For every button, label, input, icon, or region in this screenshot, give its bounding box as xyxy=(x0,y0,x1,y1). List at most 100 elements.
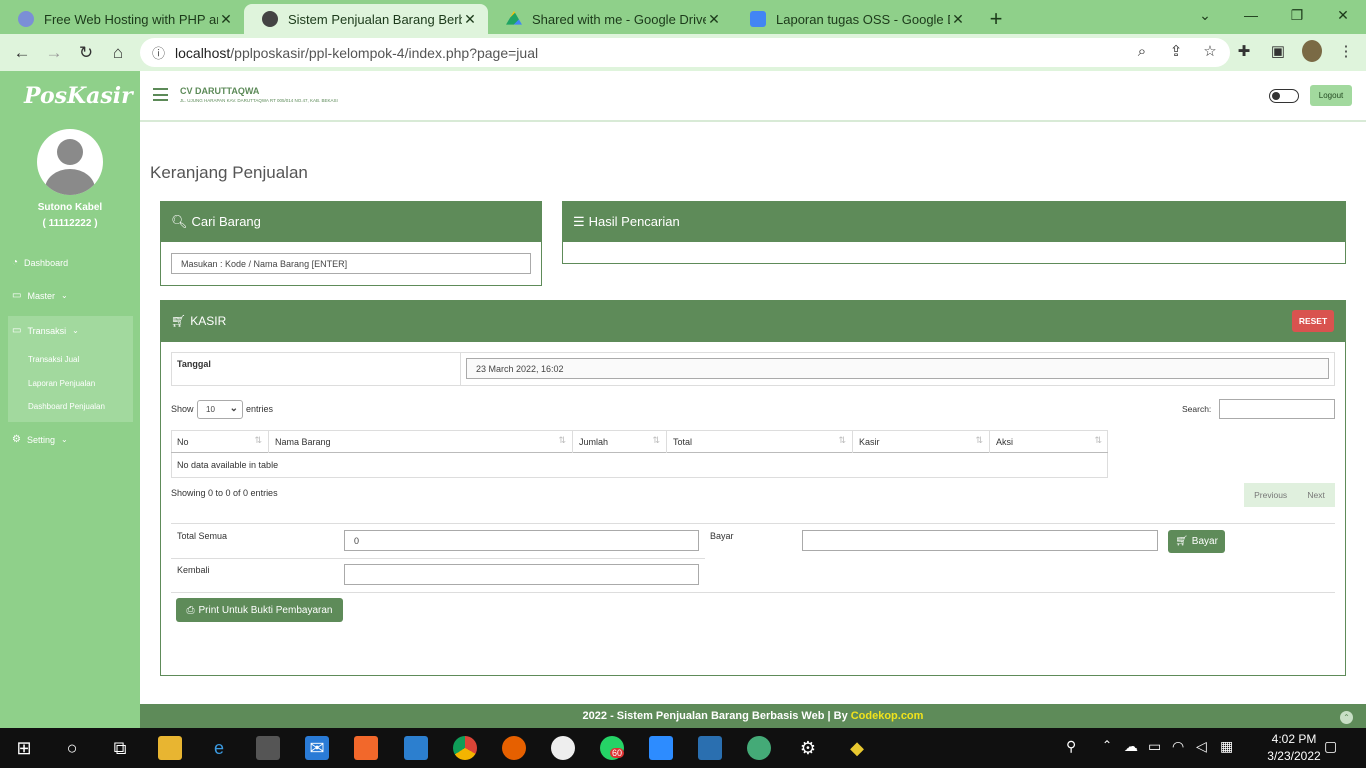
sidebar-item-laporan-penjualan[interactable]: Laporan Penjualan xyxy=(28,379,95,388)
tab-title: Free Web Hosting with PHP and xyxy=(44,11,218,27)
cloud-icon[interactable]: ☁ xyxy=(1124,738,1138,755)
edge-icon[interactable]: e xyxy=(207,736,231,760)
column-header-nama-barang[interactable]: Nama Barang ⇅ xyxy=(269,431,573,453)
tab-title: Sistem Penjualan Barang Berbasis xyxy=(288,11,462,27)
column-label: Nama Barang xyxy=(275,437,331,447)
zoom-icon[interactable]: ⌕ xyxy=(1132,40,1152,62)
sidebar-item-transaksi-jual[interactable]: Transaksi Jual xyxy=(28,355,79,364)
tab-google-docs[interactable]: Laporan tugas OSS - Google Doc ✕ xyxy=(732,4,976,34)
wps-icon[interactable] xyxy=(551,736,575,760)
tab-free-web-hosting[interactable]: Free Web Hosting with PHP and ✕ xyxy=(0,4,244,34)
column-header-kasir[interactable]: Kasir ⇅ xyxy=(853,431,990,453)
user-avatar xyxy=(37,129,103,195)
vscode-icon[interactable] xyxy=(404,736,428,760)
windows-start-icon[interactable]: ⊞ xyxy=(12,736,36,760)
window-close-icon[interactable]: ✕ xyxy=(1320,0,1366,30)
mail-icon[interactable]: ✉ xyxy=(305,736,329,760)
reset-button[interactable]: RESET xyxy=(1292,310,1334,332)
settings-gear-icon[interactable]: ⚙ xyxy=(796,736,820,760)
sidebar-item-dashboard-penjualan[interactable]: Dashboard Penjualan xyxy=(28,402,105,411)
whatsapp-icon[interactable]: 60 xyxy=(600,736,625,760)
more-menu-icon[interactable]: ⋮ xyxy=(1336,40,1356,62)
home-icon[interactable]: ⌂ xyxy=(102,43,134,63)
bookmark-star-icon[interactable]: ☆ xyxy=(1200,40,1220,62)
theme-toggle[interactable] xyxy=(1269,89,1299,103)
share-icon[interactable]: ⇪ xyxy=(1166,40,1186,62)
chrome-icon[interactable] xyxy=(453,736,477,760)
profile-avatar[interactable] xyxy=(1302,40,1322,62)
chevron-up-icon[interactable]: ⌃ xyxy=(1102,738,1112,752)
task-view-icon[interactable]: ⧉ xyxy=(108,736,132,760)
scroll-top-icon[interactable]: ⌃ xyxy=(1340,711,1353,724)
wifi-icon[interactable]: ◠ xyxy=(1172,738,1184,755)
tab-sistem-penjualan[interactable]: Sistem Penjualan Barang Berbasis ✕ xyxy=(244,4,488,34)
close-icon[interactable]: ✕ xyxy=(950,11,966,28)
sidebar-item-master[interactable]: ▭ Master ⌄ xyxy=(12,290,68,301)
forward-icon[interactable]: → xyxy=(38,43,70,63)
column-header-aksi[interactable]: Aksi ⇅ xyxy=(990,431,1108,453)
search-icon[interactable]: ○ xyxy=(60,736,84,760)
user-id: ( 11112222 ) xyxy=(42,218,98,229)
company-name: CV DARUTTAQWA xyxy=(180,86,260,96)
tab-search-icon[interactable]: ⌄ xyxy=(1182,0,1228,30)
bayar-button[interactable]: 🛒︎ Bayar xyxy=(1168,530,1225,553)
zoom-app-icon[interactable] xyxy=(649,736,673,760)
divider xyxy=(460,352,461,386)
git-icon[interactable]: ◆ xyxy=(845,736,869,760)
tab-google-drive[interactable]: Shared with me - Google Drive ✕ xyxy=(488,4,732,34)
close-icon[interactable]: ✕ xyxy=(218,11,234,28)
user-name: Sutono Kabel xyxy=(37,202,103,213)
photos-icon[interactable] xyxy=(698,736,722,760)
extensions-icon[interactable]: ✚ xyxy=(1234,40,1254,62)
column-label: No xyxy=(177,437,189,447)
column-header-total[interactable]: Total ⇅ xyxy=(667,431,853,453)
notification-icon[interactable]: ▢ xyxy=(1324,738,1337,755)
table-search-input[interactable] xyxy=(1219,399,1335,419)
volume-icon[interactable]: ◁ xyxy=(1196,738,1207,755)
close-icon[interactable]: ✕ xyxy=(462,11,478,28)
logout-button[interactable]: Logout xyxy=(1310,85,1352,106)
keyboard-icon[interactable]: ▦ xyxy=(1220,738,1233,755)
store-icon[interactable] xyxy=(256,736,280,760)
firefox-icon[interactable] xyxy=(502,736,526,760)
column-header-jumlah[interactable]: Jumlah ⇅ xyxy=(573,431,667,453)
chrome-active-icon[interactable] xyxy=(747,736,771,760)
clock[interactable]: 4:02 PM 3/23/2022 xyxy=(1254,731,1334,765)
sidebar-item-transaksi[interactable]: ▭ Transaksi ⌄ xyxy=(12,325,79,336)
people-icon[interactable]: ⚲ xyxy=(1066,738,1076,755)
cari-barang-input[interactable]: Masukan : Kode / Nama Barang [ENTER] xyxy=(171,253,531,274)
reload-icon[interactable]: ↻ xyxy=(70,43,102,63)
address-bar[interactable]: ⓘ localhost/pplposkasir/ppl-kelompok-4/i… xyxy=(140,38,1230,67)
restore-icon[interactable]: ❐ xyxy=(1274,0,1320,30)
site-info-icon[interactable]: ⓘ xyxy=(152,43,165,62)
footer-link[interactable]: Codekop.com xyxy=(851,710,924,722)
file-explorer-icon[interactable] xyxy=(158,736,182,760)
previous-button[interactable]: Previous xyxy=(1254,490,1287,500)
sidebar-item-label: Dashboard xyxy=(24,257,69,268)
hamburger-menu-icon[interactable] xyxy=(153,88,168,101)
column-header-no[interactable]: No ⇅ xyxy=(171,431,269,453)
minimize-icon[interactable]: — xyxy=(1228,0,1274,30)
xampp-icon[interactable] xyxy=(354,736,378,760)
print-icon: ⎙ xyxy=(186,604,195,616)
battery-icon[interactable]: ▭ xyxy=(1148,738,1161,755)
new-tab-button[interactable]: + xyxy=(976,4,1016,34)
entries-select[interactable]: 10 ⌄ xyxy=(197,400,243,419)
column-label: Total xyxy=(673,437,693,447)
bayar-input[interactable] xyxy=(802,530,1158,551)
sidebar: PosKasir Sutono Kabel ( 11112222 ) ◔ Das… xyxy=(0,71,140,728)
panel-title: Hasil Pencarian xyxy=(588,214,680,229)
next-button[interactable]: Next xyxy=(1307,490,1324,500)
divider xyxy=(171,592,1335,593)
print-button[interactable]: ⎙ Print Untuk Bukti Pembayaran xyxy=(176,598,343,622)
brand-logo[interactable]: PosKasir xyxy=(24,83,133,109)
sidebar-item-dashboard[interactable]: ◔ Dashboard xyxy=(12,257,68,268)
table-info: Showing 0 to 0 of 0 entries xyxy=(171,488,278,498)
tanggal-field: 23 March 2022, 16:02 xyxy=(466,358,1329,379)
sidebar-item-setting[interactable]: ⚙ Setting ⌄ xyxy=(12,434,68,445)
cari-barang-header: 🔍︎ Cari Barang xyxy=(160,201,542,242)
close-icon[interactable]: ✕ xyxy=(706,11,722,28)
side-panel-icon[interactable]: ▣ xyxy=(1268,40,1288,62)
monitor-icon: ▭ xyxy=(12,325,22,336)
back-icon[interactable]: ← xyxy=(6,43,38,63)
